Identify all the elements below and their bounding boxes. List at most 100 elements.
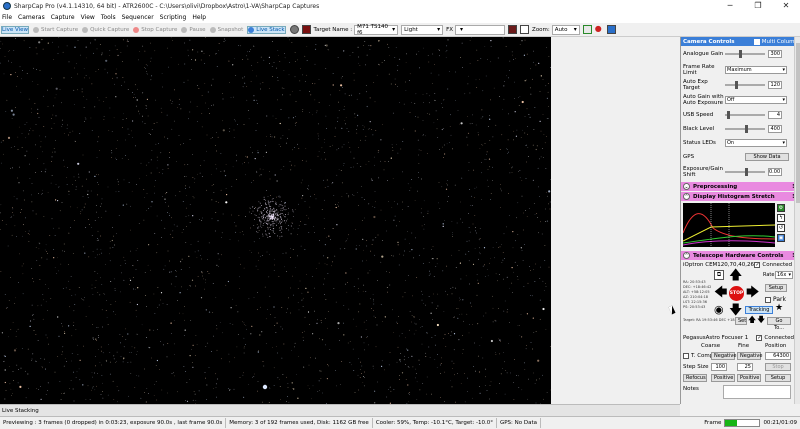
histogram-chart[interactable] [683, 203, 775, 247]
exposure-shift-value[interactable]: 0.00 [768, 168, 782, 176]
coarse-negative-button[interactable]: Negative [711, 352, 735, 360]
color-icon[interactable] [290, 25, 299, 34]
arrow-right-icon[interactable]: 🡆 [746, 286, 759, 299]
auto-exp-slider[interactable] [725, 84, 765, 86]
live-stack-button[interactable]: Live Stack [247, 26, 285, 34]
chevron-up-icon[interactable]: ⌃ [683, 193, 690, 200]
park-checkbox[interactable] [765, 297, 771, 303]
sync-icon[interactable]: ⧉ [714, 270, 724, 280]
focuser-setup-button[interactable]: Setup [765, 374, 791, 382]
frame-rate-select[interactable]: Maximum [725, 66, 787, 74]
goto-button[interactable]: Go To... [767, 317, 791, 325]
close-icon[interactable]: ✕ [772, 0, 800, 12]
live-view-button[interactable]: Live View [1, 26, 29, 34]
histogram-header[interactable]: ⌃Display Histogram Stretch ≡ [681, 192, 800, 201]
minimize-icon[interactable]: ─ [716, 0, 744, 12]
menu-sequencer[interactable]: Sequencer [122, 14, 154, 21]
fine-positive-button[interactable]: Positive [737, 374, 761, 382]
position-value[interactable]: 64300 [765, 352, 791, 360]
panel-scrollbar[interactable] [794, 37, 800, 404]
menu-cameras[interactable]: Cameras [18, 14, 45, 21]
checkbox-icon[interactable]: ✓ [754, 262, 760, 268]
mount-connected[interactable]: ✓Connected [754, 262, 792, 268]
tool-icon[interactable] [607, 25, 616, 34]
multi-column-toggle[interactable]: Multi Column [754, 39, 798, 45]
mount-setup-button[interactable]: Setup [765, 284, 787, 292]
exposure-shift-slider[interactable] [725, 171, 765, 173]
menu-file[interactable]: File [2, 14, 12, 21]
snapshot-button[interactable]: Snapshot [210, 27, 244, 33]
focus-icon[interactable]: ● [595, 25, 604, 34]
auto-exp-value[interactable]: 120 [768, 81, 782, 89]
menu-capture[interactable]: Capture [51, 14, 75, 21]
analogue-gain-slider[interactable] [725, 53, 765, 55]
black-level-value[interactable]: 400 [768, 125, 782, 133]
reticle-icon[interactable] [508, 25, 517, 34]
menu-tools[interactable]: Tools [101, 14, 116, 21]
arrow-down-small-icon[interactable]: 🡇 [757, 316, 765, 324]
slider-handle[interactable] [727, 111, 730, 119]
maximize-icon[interactable]: ❐ [744, 0, 772, 12]
live-stacking-tab[interactable]: Live Stacking [0, 404, 680, 416]
step-fine-value[interactable]: 25 [737, 363, 753, 371]
show-data-button[interactable]: Show Data [745, 153, 789, 161]
fine-negative-button[interactable]: Negative [737, 352, 761, 360]
status-leds-select[interactable]: On [725, 139, 787, 147]
coarse-positive-button[interactable]: Positive [711, 374, 735, 382]
arrow-up-small-icon[interactable]: 🡅 [748, 316, 756, 324]
frame-type-select[interactable]: Light [401, 25, 443, 35]
menu-help[interactable]: Help [192, 14, 206, 21]
menu-view[interactable]: View [81, 14, 95, 21]
stop-capture-button[interactable]: Stop Capture [133, 27, 177, 33]
chevron-up-icon[interactable]: ⌃ [683, 252, 690, 259]
histogram-icon[interactable] [583, 25, 592, 34]
preprocessing-header[interactable]: ⌄Preprocessing ≡ [681, 182, 800, 191]
quick-capture-button[interactable]: Quick Capture [82, 27, 129, 33]
red-swatch-icon[interactable] [302, 25, 311, 34]
multi-column-checkbox[interactable] [754, 39, 760, 45]
slider-handle[interactable] [745, 125, 748, 133]
arrow-left-icon[interactable]: 🡄 [714, 286, 727, 299]
arrow-up-icon[interactable]: 🡅 [729, 269, 742, 282]
usb-speed-slider[interactable] [725, 114, 765, 116]
menu-scripting[interactable]: Scripting [160, 14, 187, 21]
park-toggle[interactable]: Park [765, 296, 786, 303]
pause-button[interactable]: Pause [181, 27, 205, 33]
step-coarse-value[interactable]: 100 [711, 363, 727, 371]
lightning-icon[interactable]: ϟ [777, 214, 785, 222]
overlay-icon[interactable] [520, 25, 529, 34]
auto-gain-select[interactable]: Off [725, 96, 787, 104]
camera-controls-header[interactable]: Camera Controls Multi Column [681, 37, 800, 46]
slider-handle[interactable] [739, 50, 742, 58]
stop-button[interactable]: STOP [729, 286, 744, 301]
slider-handle[interactable] [745, 168, 748, 176]
save-icon[interactable]: ▣ [777, 234, 785, 242]
refocus-button[interactable]: Refocus [683, 374, 707, 382]
focuser-stop-button[interactable]: Stop [765, 363, 791, 371]
zoom-select[interactable]: Auto [552, 25, 580, 35]
slider-handle[interactable] [735, 81, 738, 89]
rate-select[interactable]: 16x [775, 271, 793, 279]
analogue-gain-value[interactable]: 300 [768, 50, 782, 58]
start-capture-button[interactable]: Start Capture [33, 27, 78, 33]
tracking-button[interactable]: Tracking [745, 306, 773, 314]
usb-speed-value[interactable]: 4 [768, 111, 782, 119]
telescope-header[interactable]: ⌃Telescope Hardware Controls ≡ [681, 251, 800, 260]
arrow-down-icon[interactable]: 🡇 [729, 304, 742, 317]
star-icon[interactable]: ★ [775, 304, 783, 313]
image-viewer[interactable] [0, 37, 551, 404]
black-level-slider[interactable] [725, 128, 765, 130]
t-comp-toggle[interactable]: T. Comp [683, 353, 713, 359]
target-icon[interactable]: ◉ [714, 304, 724, 315]
auto-stretch-icon[interactable]: ⚙ [777, 204, 785, 212]
notes-field[interactable] [723, 385, 791, 399]
target-name-input[interactable]: M71 TS140 f6 [354, 25, 398, 35]
chevron-down-icon[interactable]: ⌄ [683, 183, 690, 190]
set-button[interactable]: Set [735, 317, 747, 325]
fx-select[interactable] [455, 25, 505, 35]
scrollbar-thumb[interactable] [796, 43, 800, 203]
reset-icon[interactable]: ↺ [777, 224, 785, 232]
focuser-connected[interactable]: ✓Connected [756, 335, 794, 341]
t-comp-checkbox[interactable] [683, 353, 689, 359]
checkbox-icon[interactable]: ✓ [756, 335, 762, 341]
